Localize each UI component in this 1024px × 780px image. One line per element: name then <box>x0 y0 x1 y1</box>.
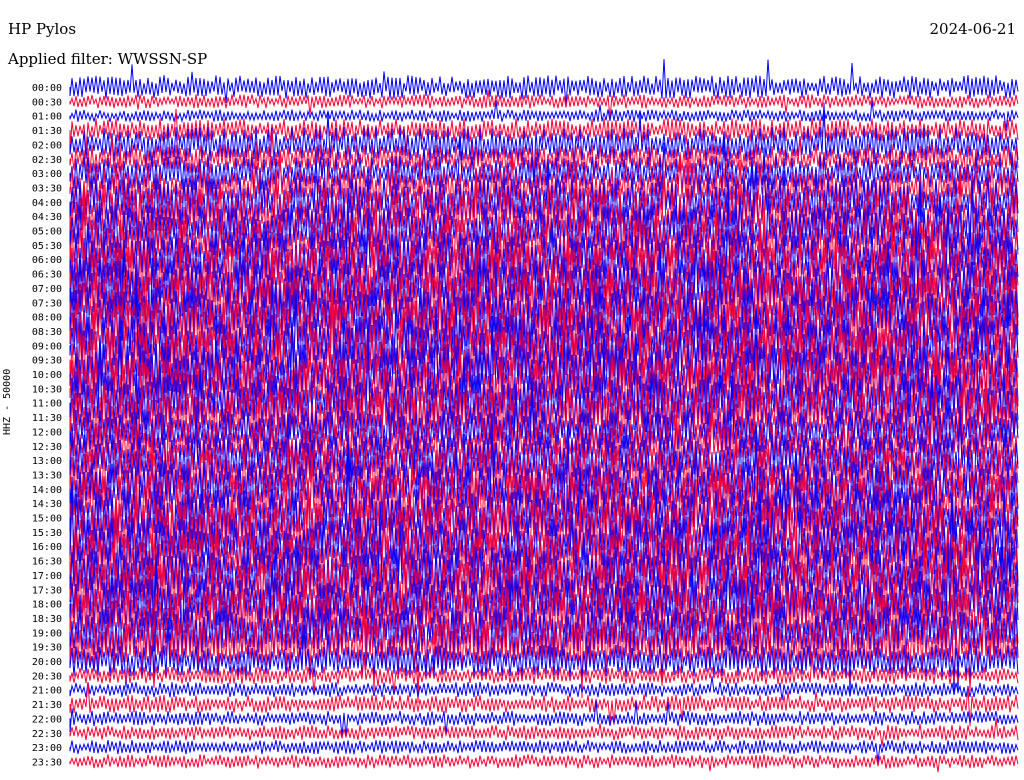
time-tick-label: 14:30 <box>32 499 62 510</box>
time-tick-label: 15:00 <box>32 514 62 525</box>
time-tick-label: 11:30 <box>32 413 62 424</box>
applied-filter-label: Applied filter: WWSSN-SP <box>8 50 208 68</box>
time-tick-label: 07:00 <box>32 284 62 295</box>
time-tick-label: 05:30 <box>32 241 62 252</box>
time-tick-label: 10:30 <box>32 384 62 395</box>
time-tick-label: 09:00 <box>32 341 62 352</box>
time-tick-label: 12:30 <box>32 442 62 453</box>
time-tick-label: 16:30 <box>32 557 62 568</box>
time-tick-label: 19:30 <box>32 643 62 654</box>
time-tick-label: 17:00 <box>32 571 62 582</box>
time-tick-label: 20:00 <box>32 657 62 668</box>
time-tick-label: 01:30 <box>32 126 62 137</box>
time-tick-label: 08:00 <box>32 313 62 324</box>
time-tick-label: 09:30 <box>32 356 62 367</box>
time-tick-label: 08:30 <box>32 327 62 338</box>
time-tick-label: 15:30 <box>32 528 62 539</box>
time-tick-label: 22:30 <box>32 729 62 740</box>
time-tick-label: 03:00 <box>32 169 62 180</box>
time-tick-label: 10:00 <box>32 370 62 381</box>
time-tick-label: 13:30 <box>32 470 62 481</box>
time-tick-label: 07:30 <box>32 298 62 309</box>
time-tick-label: 20:30 <box>32 671 62 682</box>
time-tick-label: 04:00 <box>32 198 62 209</box>
time-tick-label: 13:00 <box>32 456 62 467</box>
time-tick-label: 14:00 <box>32 485 62 496</box>
time-tick-label: 19:00 <box>32 628 62 639</box>
seismic-trace <box>69 700 1019 738</box>
time-tick-label: 00:00 <box>32 83 62 94</box>
time-tick-label: 05:00 <box>32 227 62 238</box>
time-tick-label: 00:30 <box>32 97 62 108</box>
time-tick-label: 18:30 <box>32 614 62 625</box>
time-tick-label: 03:30 <box>32 183 62 194</box>
time-tick-label: 17:30 <box>32 585 62 596</box>
seismic-trace <box>69 754 1019 773</box>
time-tick-label: 18:00 <box>32 600 62 611</box>
time-tick-label: 21:30 <box>32 700 62 711</box>
time-tick-label: 06:30 <box>32 270 62 281</box>
time-tick-label: 21:00 <box>32 686 62 697</box>
time-tick-label: 06:00 <box>32 255 62 266</box>
time-tick-label: 02:00 <box>32 140 62 151</box>
time-tick-label: 02:30 <box>32 155 62 166</box>
helicorder-plot: 00:00 00:30 01:00 01:30 02:00 02:30 03:00 03:30… <box>32 59 1019 773</box>
time-tick-label: 04:30 <box>32 212 62 223</box>
time-tick-label: 16:00 <box>32 542 62 553</box>
time-axis-ticks: 00:00 00:30 01:00 01:30 02:00 02:30 03:00 03:30… <box>32 83 62 768</box>
time-tick-label: 01:00 <box>32 112 62 123</box>
time-tick-label: 22:00 <box>32 714 62 725</box>
time-tick-label: 23:00 <box>32 743 62 754</box>
time-tick-label: 11:00 <box>32 399 62 410</box>
time-tick-label: 23:30 <box>32 757 62 768</box>
time-tick-label: 12:00 <box>32 427 62 438</box>
trace-group <box>69 59 1019 773</box>
